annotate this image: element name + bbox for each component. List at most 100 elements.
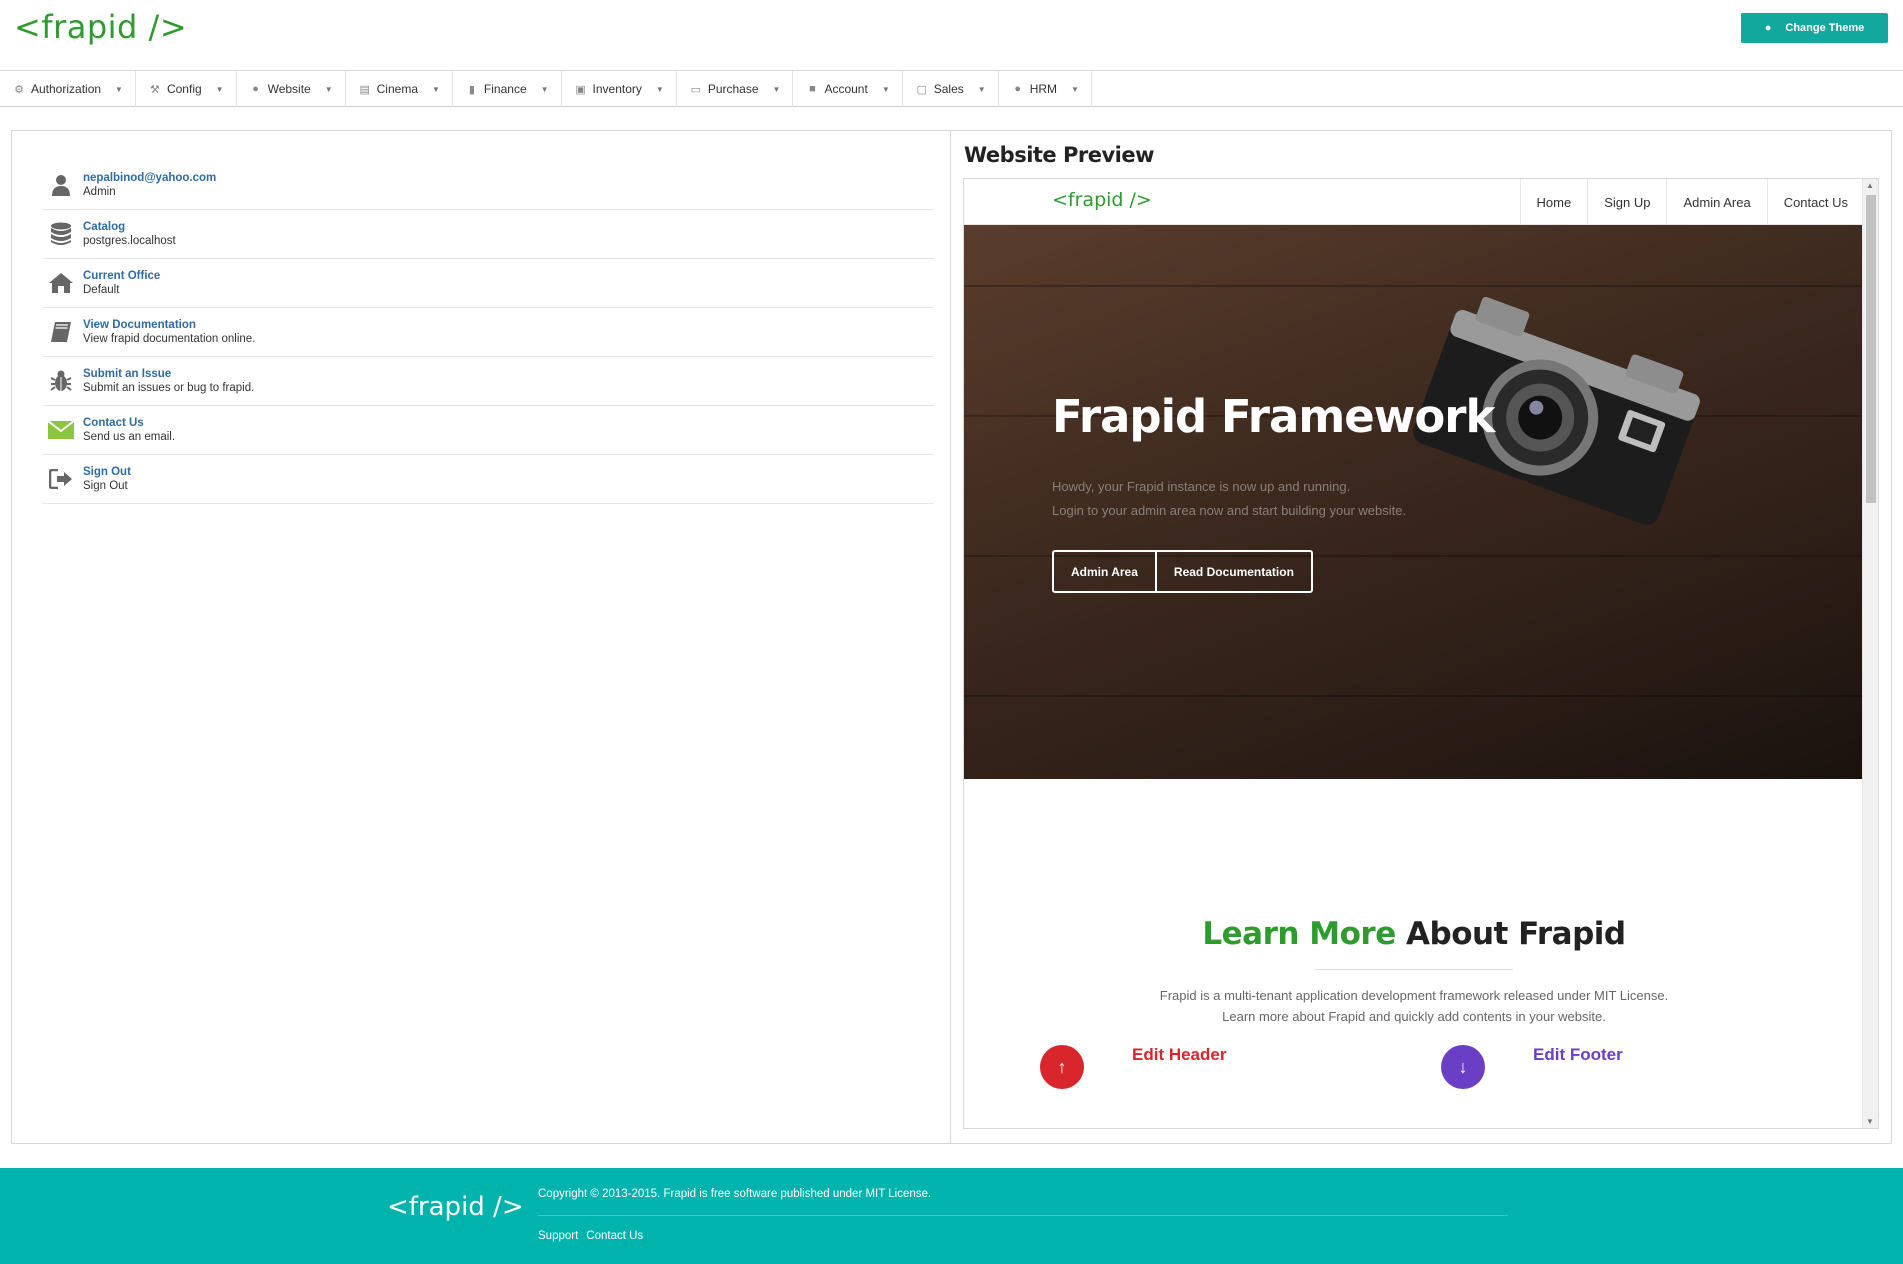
info-title[interactable]: Contact Us <box>83 416 175 430</box>
hero-line-1: Howdy, your Frapid instance is now up an… <box>1052 479 1351 494</box>
preview-frame[interactable]: <frapid /> Home Sign Up Admin Area Conta… <box>963 178 1879 1129</box>
menu-authorization[interactable]: ⚙ Authorization ▼ <box>0 71 136 107</box>
info-item-submit-issue[interactable]: Submit an Issue Submit an issues or bug … <box>43 357 934 406</box>
info-subtitle: Submit an issues or bug to frapid. <box>83 382 255 394</box>
preview-scrollbar[interactable]: ▲ ▼ <box>1862 179 1878 1128</box>
bug-icon <box>48 368 74 394</box>
truck-icon: ▢ <box>916 83 927 96</box>
menu-label: Website <box>267 82 311 96</box>
site-menu-contact[interactable]: Contact Us <box>1766 179 1864 225</box>
info-subtitle: Default <box>83 284 120 296</box>
change-theme-label: Change Theme <box>1785 22 1865 34</box>
edit-footer-link[interactable]: Edit Footer <box>1533 1045 1623 1065</box>
hero-banner: Frapid Framework Howdy, your Frapid inst… <box>964 225 1864 779</box>
wood-grain <box>964 695 1864 697</box>
user-icon <box>48 172 74 198</box>
info-item-documentation[interactable]: View Documentation View frapid documenta… <box>43 308 934 357</box>
scroll-down-icon[interactable]: ▼ <box>1866 1117 1874 1126</box>
info-item-catalog[interactable]: Catalog postgres.localhost <box>43 210 934 259</box>
menu-label: HRM <box>1029 82 1058 96</box>
info-item-sign-out[interactable]: Sign Out Sign Out <box>43 455 934 504</box>
globe-icon: ● <box>252 83 259 95</box>
menu-website[interactable]: ● Website ▼ <box>237 71 346 107</box>
caret-down-icon: ▼ <box>432 84 440 94</box>
menu-purchase[interactable]: ▭ Purchase ▼ <box>677 71 794 107</box>
info-title[interactable]: nepalbinod@yahoo.com <box>83 171 216 185</box>
app-logo[interactable]: <frapid /> <box>14 8 187 46</box>
info-title[interactable]: Catalog <box>83 220 176 234</box>
mail-icon <box>48 417 74 443</box>
divider <box>1315 969 1513 970</box>
database-icon <box>48 221 74 247</box>
site-menu-signup[interactable]: Sign Up <box>1587 179 1666 225</box>
info-item-office[interactable]: Current Office Default <box>43 259 934 308</box>
user-icon: ● <box>1014 83 1022 95</box>
info-title[interactable]: Current Office <box>83 269 160 283</box>
scroll-thumb[interactable] <box>1866 195 1876 503</box>
hero-button-group: Admin Area Read Documentation <box>1052 550 1313 593</box>
menu-label: Inventory <box>592 82 642 96</box>
footer-logo: <frapid /> <box>387 1192 524 1222</box>
menu-inventory[interactable]: ▣ Inventory ▼ <box>562 71 677 107</box>
cart-icon: ▣ <box>575 83 586 96</box>
sign-out-icon <box>48 466 74 492</box>
menu-sales[interactable]: ▢ Sales ▼ <box>903 71 999 107</box>
footer-links: Support Contact Us <box>538 1230 643 1242</box>
footer-copyright: Copyright © 2013-2015. Frapid is free so… <box>538 1188 932 1200</box>
menu-label: Finance <box>483 82 527 96</box>
menu-cinema[interactable]: ▤ Cinema ▼ <box>346 71 453 107</box>
learn-line-1: Frapid is a multi-tenant application dev… <box>1159 988 1669 1003</box>
site-menu-home[interactable]: Home <box>1519 179 1588 225</box>
info-title[interactable]: Submit an Issue <box>83 367 254 381</box>
caret-down-icon: ▼ <box>1071 84 1079 94</box>
info-subtitle: Admin <box>83 186 116 198</box>
caret-down-icon: ▼ <box>977 84 986 94</box>
caret-down-icon: ▼ <box>215 84 224 94</box>
menu-label: Authorization <box>31 82 102 96</box>
menu-label: Purchase <box>707 82 759 96</box>
caret-down-icon: ▼ <box>540 84 549 94</box>
edit-header-link[interactable]: Edit Header <box>1132 1045 1226 1065</box>
menu-finance[interactable]: ▮ Finance ▼ <box>453 71 562 107</box>
hero-subtitle: Howdy, your Frapid instance is now up an… <box>1052 475 1406 523</box>
admin-area-button[interactable]: Admin Area <box>1054 552 1155 591</box>
wood-grain <box>964 285 1864 287</box>
menu-account[interactable]: ■ Account ▼ <box>793 71 903 107</box>
info-title[interactable]: View Documentation <box>83 318 255 332</box>
info-subtitle: Send us an email. <box>83 431 176 443</box>
menu-label: Sales <box>933 82 964 96</box>
menu-label: Config <box>166 82 202 96</box>
change-theme-button[interactable]: ● Change Theme <box>1741 13 1888 43</box>
lock-icon: ■ <box>809 83 816 95</box>
menu-config[interactable]: ⚒ Config ▼ <box>136 71 237 107</box>
site-logo[interactable]: <frapid /> <box>1052 189 1152 211</box>
caret-down-icon: ▼ <box>772 84 781 94</box>
scroll-up-icon[interactable]: ▲ <box>1866 181 1874 190</box>
footer-divider <box>538 1215 1508 1216</box>
credit-card-icon: ▭ <box>690 83 702 96</box>
menu-label: Account <box>824 82 868 96</box>
caret-down-icon: ▼ <box>324 84 333 94</box>
learn-more-text: Frapid is a multi-tenant application dev… <box>964 985 1864 1027</box>
arrow-down-icon: ↓ <box>1441 1045 1485 1089</box>
hero-title: Frapid Framework <box>1052 390 1495 443</box>
menu-hrm[interactable]: ● HRM ▼ <box>999 71 1092 107</box>
top-bar: <frapid /> ● Change Theme <box>0 0 1903 71</box>
info-item-contact[interactable]: Contact Us Send us an email. <box>43 406 934 455</box>
menu-label: Cinema <box>376 82 418 96</box>
arrow-up-icon: ↑ <box>1040 1045 1084 1089</box>
info-list: nepalbinod@yahoo.com Admin Catalog postg… <box>43 161 934 504</box>
info-subtitle: postgres.localhost <box>83 235 176 247</box>
info-item-user[interactable]: nepalbinod@yahoo.com Admin <box>43 161 934 210</box>
info-subtitle: View frapid documentation online. <box>83 333 256 345</box>
site-navbar: <frapid /> Home Sign Up Admin Area Conta… <box>964 179 1864 225</box>
learn-more-highlight: Learn More <box>1202 916 1396 952</box>
footer-contact-link[interactable]: Contact Us <box>586 1230 643 1242</box>
info-title[interactable]: Sign Out <box>83 465 131 479</box>
key-icon: ⚙ <box>14 83 24 96</box>
info-subtitle: Sign Out <box>83 480 128 492</box>
read-documentation-button[interactable]: Read Documentation <box>1154 552 1311 591</box>
caret-down-icon: ▼ <box>115 84 123 94</box>
footer-support-link[interactable]: Support <box>538 1230 578 1242</box>
site-menu-admin-area[interactable]: Admin Area <box>1666 179 1766 225</box>
